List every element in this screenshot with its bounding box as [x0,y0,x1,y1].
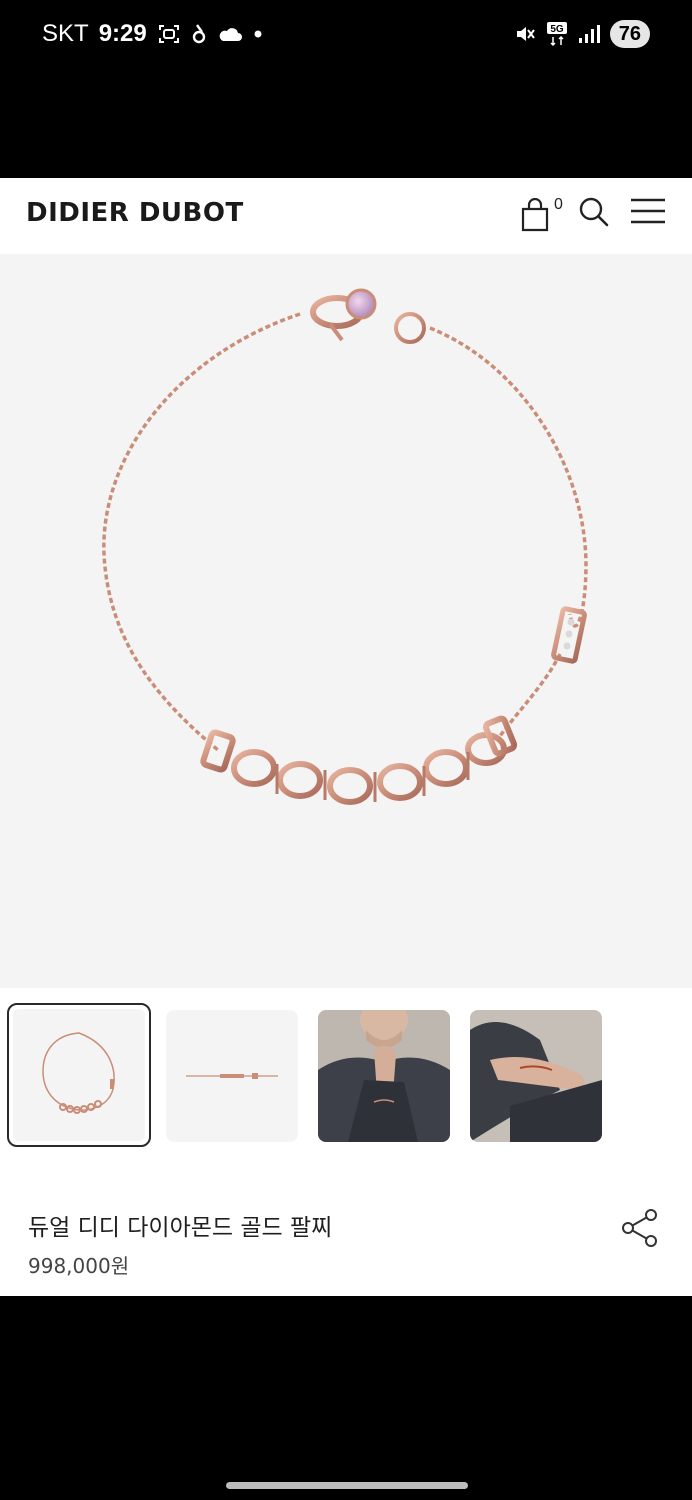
thumbnail-strip [0,988,692,1162]
app-icon [191,22,207,46]
brand-logo[interactable]: DIDIER DUBOT [26,198,244,228]
search-button[interactable] [578,196,610,228]
mute-icon [514,23,536,45]
status-right: 5G 76 [514,20,650,48]
thumbnail-model-chin-image [318,1010,450,1142]
app-header: DIDIER DUBOT 0 [0,178,692,254]
status-bar: SKT 9:29 5G 76 [0,0,692,178]
bottom-area [0,1296,692,1500]
product-info: 듀얼 디디 다이아몬드 골드 팔찌 998,000원 [0,1162,692,1296]
bracelet-image [102,288,588,805]
carrier-label: SKT [42,20,89,47]
product-price: 998,000원 [28,1254,130,1278]
share-icon [622,1209,657,1247]
clock: 9:29 [98,20,147,47]
header-actions: 0 [520,196,666,234]
5g-icon: 5G [546,21,568,47]
battery-indicator: 76 [609,20,650,48]
thumbnail-bracelet-flat-image [186,1073,278,1079]
thumbnail-2[interactable] [166,1010,298,1142]
thumbnail-3[interactable] [318,1010,450,1142]
shopping-bag-icon [521,198,549,232]
product-main-image[interactable] [0,254,692,988]
thumbnail-1[interactable] [7,1003,151,1147]
search-icon [579,197,609,227]
signal-icon [578,24,600,44]
menu-icon [631,198,665,224]
product-name: 듀얼 디디 다이아몬드 골드 팔찌 [28,1215,333,1241]
status-left: SKT 9:29 [42,20,263,48]
cart-count: 0 [554,196,563,213]
screenshot-icon [157,22,181,46]
thumbnail-4[interactable] [470,1010,602,1142]
dot-icon [253,29,263,39]
network-type-label: 5G [550,24,564,35]
share-button[interactable] [620,1208,660,1252]
menu-button[interactable] [630,196,666,226]
cloud-icon [217,24,243,44]
thumbnail-model-wrist-image [470,1010,602,1142]
home-indicator[interactable] [226,1482,468,1489]
thumbnail-bracelet-front-image [42,1032,115,1114]
cart-button[interactable]: 0 [520,196,564,234]
